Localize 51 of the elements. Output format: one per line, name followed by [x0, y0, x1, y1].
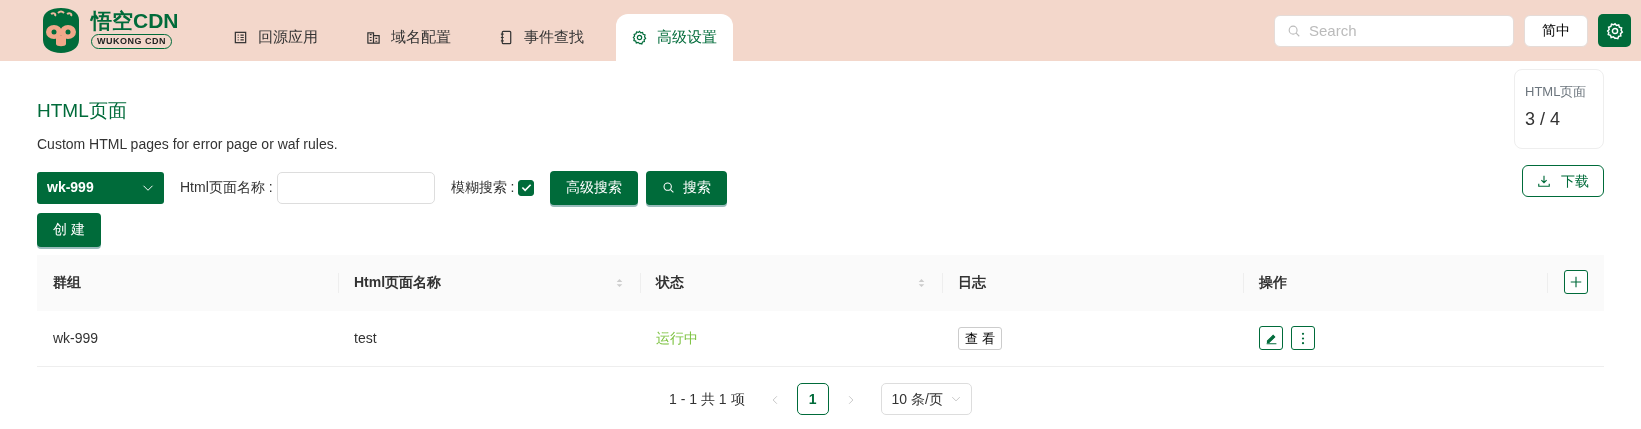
more-icon — [1301, 331, 1305, 345]
table-cell: wk-999 — [37, 310, 338, 367]
nav-tab[interactable]: 事件查找 — [482, 14, 600, 61]
pagination-summary: 1 - 1 共 1 项 — [669, 389, 745, 409]
nav-tab[interactable]: 域名配置 — [349, 14, 467, 61]
stat-value: 3 / 4 — [1525, 107, 1562, 131]
column-header: 操作 — [1259, 273, 1287, 292]
chevron-down-icon — [950, 394, 961, 404]
sort-icon — [615, 276, 624, 289]
download-button[interactable]: 下载 — [1522, 165, 1604, 197]
search-icon — [662, 181, 676, 194]
add-column-button[interactable] — [1564, 270, 1588, 294]
select-value: wk-999 — [47, 178, 94, 197]
list-icon — [232, 30, 248, 45]
view-log-button[interactable]: 查 看 — [958, 326, 1002, 350]
settings-icon — [631, 30, 647, 45]
group-select[interactable]: wk-999 — [37, 171, 164, 204]
checkbox-label: 模糊搜索 : — [450, 178, 515, 197]
page-title: HTML页面 — [37, 99, 128, 123]
nav-tab[interactable]: 高级设置 — [615, 14, 733, 61]
download-icon — [1537, 174, 1551, 188]
column-header: 日志 — [958, 273, 986, 292]
search-button[interactable]: 搜索 — [646, 170, 728, 205]
column-header: Html页面名称 — [354, 273, 442, 292]
more-button[interactable] — [1291, 326, 1315, 350]
fuzzy-checkbox[interactable] — [518, 179, 535, 196]
search-field[interactable]: Search — [1274, 14, 1514, 47]
advanced-search-button[interactable]: 高级搜索 — [550, 170, 639, 205]
column-header: 群组 — [53, 273, 81, 292]
search-icon — [1287, 23, 1301, 38]
building-icon — [365, 30, 381, 45]
stat-label: HTML页面 — [1525, 83, 1588, 101]
table-cell: test — [338, 310, 640, 367]
page-description: Custom HTML pages for error page or waf rules. — [37, 134, 339, 154]
nav-tab[interactable]: 回源应用 — [216, 14, 334, 61]
language-button[interactable]: 简中 — [1524, 14, 1588, 47]
notebook-icon — [498, 30, 514, 45]
name-field[interactable] — [276, 171, 435, 204]
create-button[interactable]: 创 建 — [37, 212, 101, 247]
sort-icon — [917, 276, 926, 289]
column-header: 状态 — [656, 273, 684, 292]
settings-icon — [1605, 21, 1624, 40]
field-label: Html页面名称 : — [180, 178, 273, 197]
select-value: 10 条/页 — [891, 389, 943, 409]
logo-title: 悟空CDN — [91, 9, 179, 31]
edit-button[interactable] — [1259, 326, 1283, 350]
page-button[interactable]: 1 — [796, 383, 829, 415]
page-size-select[interactable]: 10 条/页 — [880, 383, 972, 415]
settings-button[interactable] — [1598, 14, 1631, 47]
plus-icon — [1569, 275, 1583, 289]
status-text: 运行中 — [640, 310, 942, 367]
